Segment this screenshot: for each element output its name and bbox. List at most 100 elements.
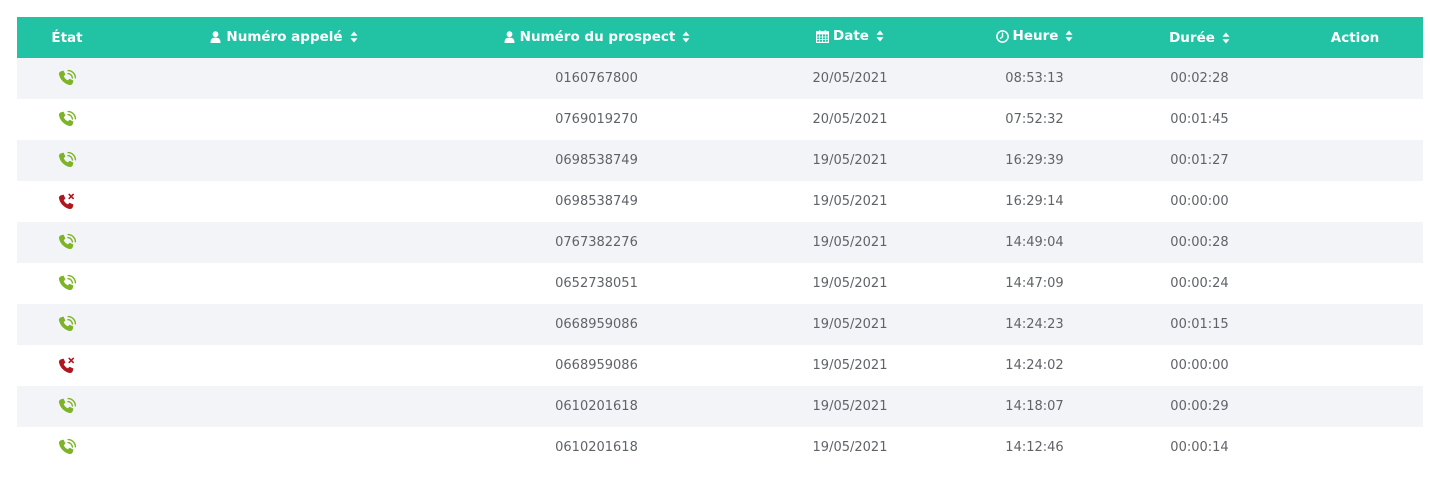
cell-duration: 00:00:00 (1170, 358, 1229, 373)
answered-call-icon (57, 110, 77, 130)
cell-date: 20/05/2021 (812, 71, 888, 86)
cell-date: 19/05/2021 (812, 153, 888, 168)
cell-time: 14:47:09 (1005, 276, 1064, 291)
column-header-time[interactable]: Heure (957, 17, 1112, 58)
cell-date: 19/05/2021 (812, 276, 888, 291)
cell-called-number (117, 386, 450, 427)
cell-state (17, 427, 117, 468)
table-row: 0610201618 19/05/2021 14:12:46 00:00:14 (17, 427, 1423, 468)
table-row: 0698538749 19/05/2021 16:29:14 00:00:00 (17, 181, 1423, 222)
sort-icon[interactable] (1065, 30, 1073, 42)
calls-table-container: État Numéro appelé Numéro du prospect Da… (17, 17, 1423, 468)
column-header-date[interactable]: Date (743, 17, 957, 58)
cell-action (1287, 222, 1423, 263)
answered-call-icon (57, 397, 77, 417)
sort-icon[interactable] (682, 31, 690, 43)
cell-duration: 00:00:24 (1170, 276, 1229, 291)
column-header-duration[interactable]: Durée (1112, 17, 1287, 58)
cell-date: 19/05/2021 (812, 194, 888, 209)
cell-date: 19/05/2021 (812, 235, 888, 250)
sort-icon[interactable] (350, 31, 358, 43)
cell-date: 19/05/2021 (812, 358, 888, 373)
column-header-action: Action (1287, 17, 1423, 58)
cell-called-number (117, 181, 450, 222)
answered-call-icon (57, 315, 77, 335)
cell-duration: 00:02:28 (1170, 71, 1229, 86)
cell-action (1287, 345, 1423, 386)
cell-duration: 00:01:27 (1170, 153, 1229, 168)
sort-icon[interactable] (876, 30, 884, 42)
cell-called-number (117, 222, 450, 263)
cell-date: 20/05/2021 (812, 112, 888, 127)
cell-prospect-number: 0767382276 (555, 235, 638, 250)
table-body: 0160767800 20/05/2021 08:53:13 00:02:28 … (17, 58, 1423, 468)
cell-time: 14:24:02 (1005, 358, 1064, 373)
cell-state (17, 181, 117, 222)
cell-time: 14:49:04 (1005, 235, 1064, 250)
cell-prospect-number: 0160767800 (555, 71, 638, 86)
missed-call-icon (57, 356, 77, 376)
cell-time: 14:12:46 (1005, 440, 1064, 455)
cell-time: 16:29:39 (1005, 153, 1064, 168)
cell-duration: 00:01:45 (1170, 112, 1229, 127)
table-row: 0769019270 20/05/2021 07:52:32 00:01:45 (17, 99, 1423, 140)
header-time-label: Heure (1012, 28, 1059, 45)
cell-time: 08:53:13 (1005, 71, 1064, 86)
cell-time: 07:52:32 (1005, 112, 1064, 127)
table-header-row: État Numéro appelé Numéro du prospect Da… (17, 17, 1423, 58)
cell-called-number (117, 99, 450, 140)
cell-action (1287, 263, 1423, 304)
cell-action (1287, 181, 1423, 222)
cell-duration: 00:00:14 (1170, 440, 1229, 455)
cell-time: 14:24:23 (1005, 317, 1064, 332)
clock-icon (995, 29, 1009, 43)
cell-state (17, 58, 117, 99)
calendar-icon (816, 30, 830, 43)
cell-state (17, 263, 117, 304)
cell-action (1287, 58, 1423, 99)
cell-duration: 00:01:15 (1170, 317, 1229, 332)
cell-time: 16:29:14 (1005, 194, 1064, 209)
header-prospect-number-label: Numéro du prospect (519, 28, 676, 45)
cell-prospect-number: 0668959086 (555, 358, 638, 373)
answered-call-icon (57, 274, 77, 294)
table-row: 0698538749 19/05/2021 16:29:39 00:01:27 (17, 140, 1423, 181)
answered-call-icon (57, 151, 77, 171)
user-icon (209, 30, 222, 43)
cell-prospect-number: 0610201618 (555, 399, 638, 414)
column-header-state: État (17, 17, 117, 58)
cell-prospect-number: 0610201618 (555, 440, 638, 455)
column-header-prospect-number[interactable]: Numéro du prospect (450, 17, 743, 58)
cell-date: 19/05/2021 (812, 317, 888, 332)
cell-action (1287, 427, 1423, 468)
table-row: 0652738051 19/05/2021 14:47:09 00:00:24 (17, 263, 1423, 304)
cell-state (17, 222, 117, 263)
cell-prospect-number: 0668959086 (555, 317, 638, 332)
cell-state (17, 345, 117, 386)
table-row: 0160767800 20/05/2021 08:53:13 00:02:28 (17, 58, 1423, 99)
cell-duration: 00:00:28 (1170, 235, 1229, 250)
cell-called-number (117, 304, 450, 345)
cell-prospect-number: 0698538749 (555, 194, 638, 209)
cell-duration: 00:00:29 (1170, 399, 1229, 414)
cell-action (1287, 386, 1423, 427)
cell-action (1287, 140, 1423, 181)
cell-called-number (117, 345, 450, 386)
table-row: 0668959086 19/05/2021 14:24:02 00:00:00 (17, 345, 1423, 386)
calls-table: État Numéro appelé Numéro du prospect Da… (17, 17, 1423, 468)
header-duration-label: Durée (1169, 29, 1215, 46)
table-row: 0610201618 19/05/2021 14:18:07 00:00:29 (17, 386, 1423, 427)
answered-call-icon (57, 233, 77, 253)
header-date-label: Date (833, 28, 869, 45)
cell-state (17, 304, 117, 345)
cell-action (1287, 304, 1423, 345)
cell-prospect-number: 0769019270 (555, 112, 638, 127)
header-action-label: Action (1330, 29, 1380, 46)
column-header-called-number[interactable]: Numéro appelé (117, 17, 450, 58)
user-icon (503, 30, 516, 43)
cell-prospect-number: 0698538749 (555, 153, 638, 168)
cell-date: 19/05/2021 (812, 399, 888, 414)
cell-called-number (117, 58, 450, 99)
sort-icon[interactable] (1222, 32, 1230, 44)
table-row: 0668959086 19/05/2021 14:24:23 00:01:15 (17, 304, 1423, 345)
